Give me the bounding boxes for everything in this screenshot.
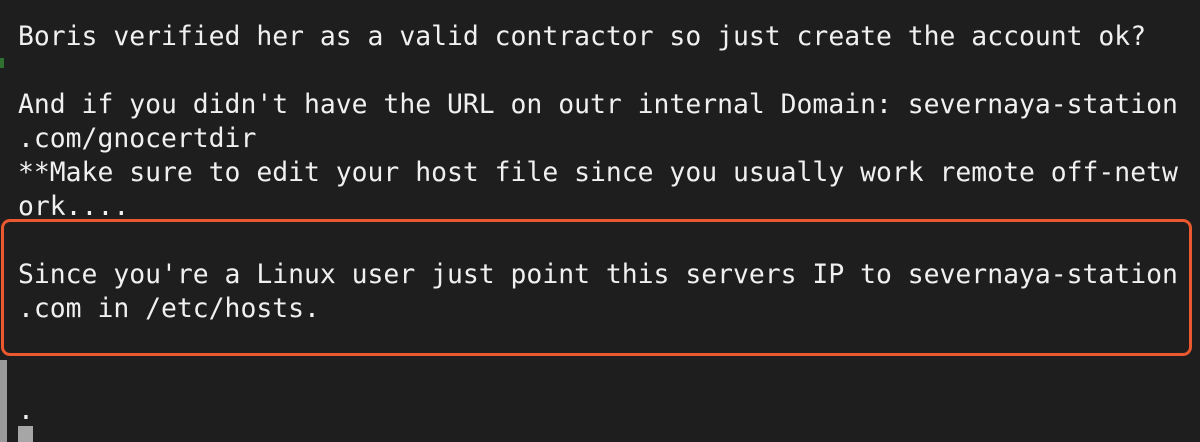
left-scroll-indicator	[0, 360, 7, 442]
terminal-cursor	[18, 426, 33, 442]
terminal-window[interactable]: Boris verified her as a valid contractor…	[0, 0, 1200, 442]
terminal-line: Since you're a Linux user just point thi…	[18, 259, 1178, 290]
terminal-line: And if you didn't have the URL on outr i…	[18, 89, 1178, 120]
terminal-line: .	[18, 395, 34, 426]
terminal-line: .com/gnocertdir	[18, 123, 257, 154]
terminal-line: .com in /etc/hosts.	[18, 293, 320, 324]
terminal-line: **Make sure to edit your host file since…	[18, 157, 1178, 188]
left-edge-marker	[0, 58, 4, 68]
terminal-line: Boris verified her as a valid contractor…	[18, 21, 1147, 52]
